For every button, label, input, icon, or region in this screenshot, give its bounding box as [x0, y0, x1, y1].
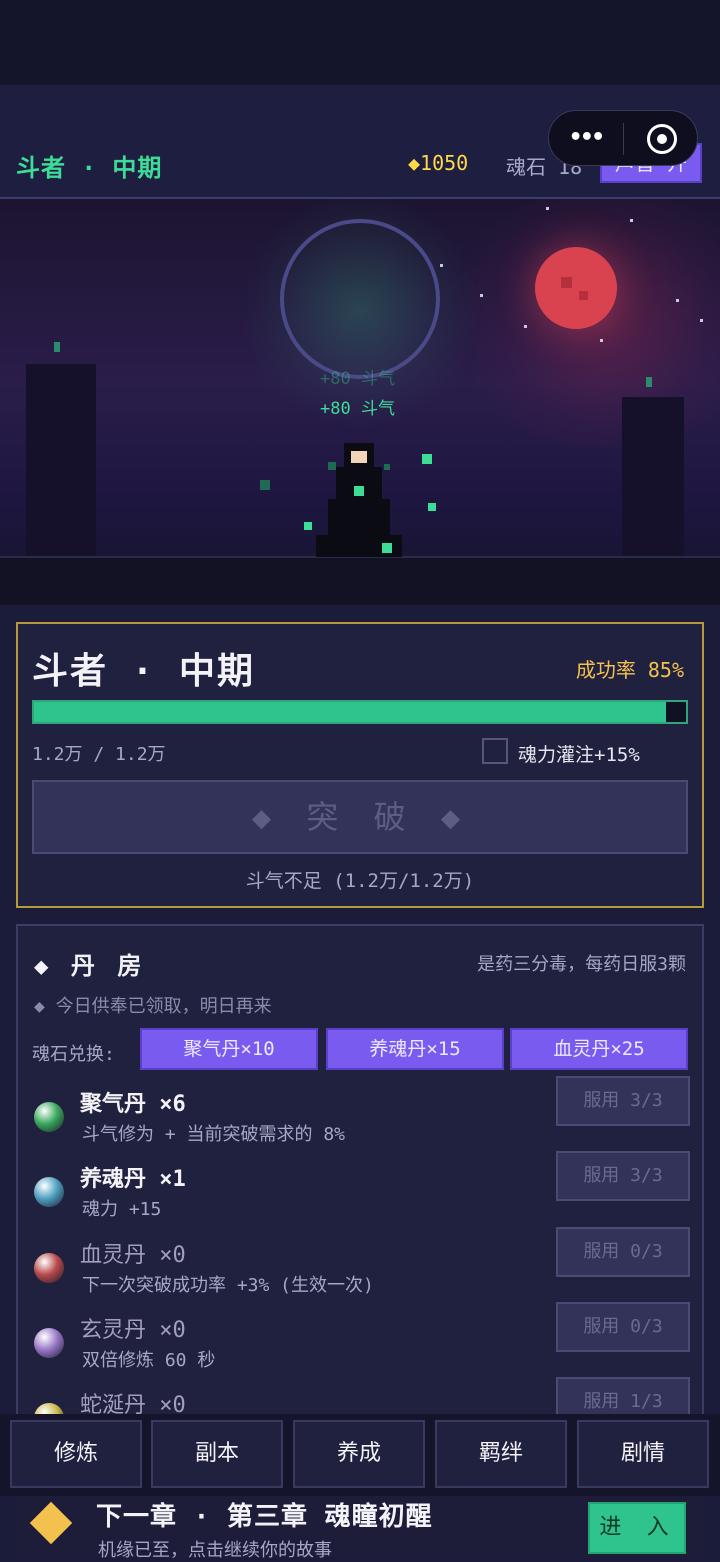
close-target-icon[interactable] — [647, 124, 677, 154]
coin-counter: ◆1050 — [408, 151, 469, 175]
pill-row-xuanling: 玄灵丹 ×0 双倍修炼 60 秒 服用 0/3 — [18, 1302, 702, 1382]
cultivation-ring — [280, 219, 440, 379]
nav-cultivate[interactable]: 修炼 — [10, 1420, 142, 1488]
capsule-divider — [623, 123, 624, 155]
blood-moon — [535, 247, 617, 329]
qi-particle — [260, 480, 270, 490]
use-pill-button[interactable]: 服用 0/3 — [556, 1302, 690, 1352]
breakthrough-title: 斗者 · 中期 — [32, 651, 256, 692]
pill-desc: 下一次突破成功率 +3% (生效一次) — [82, 1275, 374, 1296]
qi-particle — [428, 503, 436, 511]
bottom-nav: 修炼 副本 养成 羁绊 剧情 — [0, 1414, 720, 1496]
breakthrough-panel: 斗者 · 中期 成功率 85% 1.2万 / 1.2万 魂力灌注+15% ◆ 突… — [16, 622, 704, 908]
star — [630, 219, 633, 222]
pill-name: 玄灵丹 ×0 — [80, 1318, 186, 1343]
qi-particle — [422, 454, 432, 464]
next-chapter-subtitle: 机缘已至，点击继续你的故事 — [98, 1540, 332, 1561]
more-icon[interactable]: ••• — [569, 125, 605, 150]
pill-orb-icon — [34, 1253, 64, 1283]
exchange-yanghun-button[interactable]: 养魂丹×15 — [326, 1028, 504, 1070]
star — [524, 325, 527, 328]
exchange-juqi-button[interactable]: 聚气丹×10 — [140, 1028, 318, 1070]
alchemy-quote: 是药三分毒，每药日服3颗 — [477, 954, 686, 975]
pill-orb-icon — [34, 1102, 64, 1132]
qi-gain-text: +80 斗气 — [320, 399, 395, 419]
use-pill-button[interactable]: 服用 3/3 — [556, 1151, 690, 1201]
breakthrough-button[interactable]: ◆ 突 破 ◆ — [32, 780, 688, 854]
diamond-icon — [29, 1501, 73, 1545]
soul-infuse-label: 魂力灌注+15% — [518, 744, 640, 766]
soul-infuse-checkbox[interactable] — [482, 738, 508, 764]
star — [676, 299, 679, 302]
nav-bonds[interactable]: 羁绊 — [435, 1420, 567, 1488]
status-bar — [0, 0, 720, 85]
miniprogram-capsule: ••• — [548, 110, 698, 166]
ground — [0, 556, 720, 605]
qi-particle — [304, 522, 312, 530]
star — [600, 339, 603, 342]
pill-row-yanghun: 养魂丹 ×1 魂力 +15 服用 3/3 — [18, 1151, 702, 1231]
pill-orb-icon — [34, 1328, 64, 1358]
success-rate: 成功率 85% — [575, 658, 684, 682]
pill-orb-icon — [34, 1177, 64, 1207]
pill-row-xueling: 血灵丹 ×0 下一次突破成功率 +3% (生效一次) 服用 0/3 — [18, 1227, 702, 1307]
qi-progress-fill — [34, 702, 667, 722]
pill-name: 养魂丹 ×1 — [80, 1167, 186, 1192]
right-tower-tip — [646, 377, 652, 387]
qi-particle — [382, 543, 392, 553]
pill-name: 血灵丹 ×0 — [80, 1243, 186, 1268]
right-tower — [622, 397, 684, 559]
nav-story[interactable]: 剧情 — [577, 1420, 709, 1488]
left-tower-tip — [54, 342, 60, 352]
qi-progress-text: 1.2万 / 1.2万 — [32, 744, 166, 765]
alchemy-panel: ◆ 丹 房 是药三分毒，每药日服3颗 ◆ 今日供奉已领取，明日再来 魂石兑换: … — [16, 924, 704, 1433]
enter-chapter-button[interactable]: 进 入 — [588, 1502, 686, 1554]
exchange-label: 魂石兑换: — [32, 1044, 115, 1065]
nav-dungeon[interactable]: 副本 — [151, 1420, 283, 1488]
star — [700, 319, 703, 322]
pill-desc: 斗气修为 + 当前突破需求的 8% — [82, 1124, 346, 1145]
pill-name: 聚气丹 ×6 — [80, 1092, 186, 1117]
pill-row-juqi: 聚气丹 ×6 斗气修为 + 当前突破需求的 8% 服用 3/3 — [18, 1076, 702, 1156]
pill-desc: 双倍修炼 60 秒 — [82, 1350, 216, 1371]
daily-offering-notice: ◆ 今日供奉已领取，明日再来 — [34, 996, 272, 1017]
alchemy-title: ◆ 丹 房 — [34, 952, 146, 980]
nav-develop[interactable]: 养成 — [293, 1420, 425, 1488]
use-pill-button[interactable]: 服用 3/3 — [556, 1076, 690, 1126]
realm-title: 斗者 · 中期 — [16, 154, 163, 182]
star — [480, 294, 483, 297]
breakthrough-note: 斗气不足 (1.2万/1.2万) — [245, 870, 475, 892]
next-chapter-bar: 下一章 · 第三章 魂瞳初醒 机缘已至，点击继续你的故事 进 入 — [16, 1496, 704, 1561]
left-tower — [26, 364, 96, 559]
qi-particle — [328, 462, 336, 470]
use-pill-button[interactable]: 服用 0/3 — [556, 1227, 690, 1277]
next-chapter-title: 下一章 · 第三章 魂瞳初醒 — [96, 1502, 433, 1532]
exchange-xueling-button[interactable]: 血灵丹×25 — [510, 1028, 688, 1070]
qi-particle — [384, 464, 390, 470]
qi-progress-bar — [32, 700, 688, 724]
star — [546, 207, 549, 210]
qi-gain-text-faded: +80 斗气 — [320, 369, 395, 389]
pill-desc: 魂力 +15 — [82, 1199, 162, 1220]
